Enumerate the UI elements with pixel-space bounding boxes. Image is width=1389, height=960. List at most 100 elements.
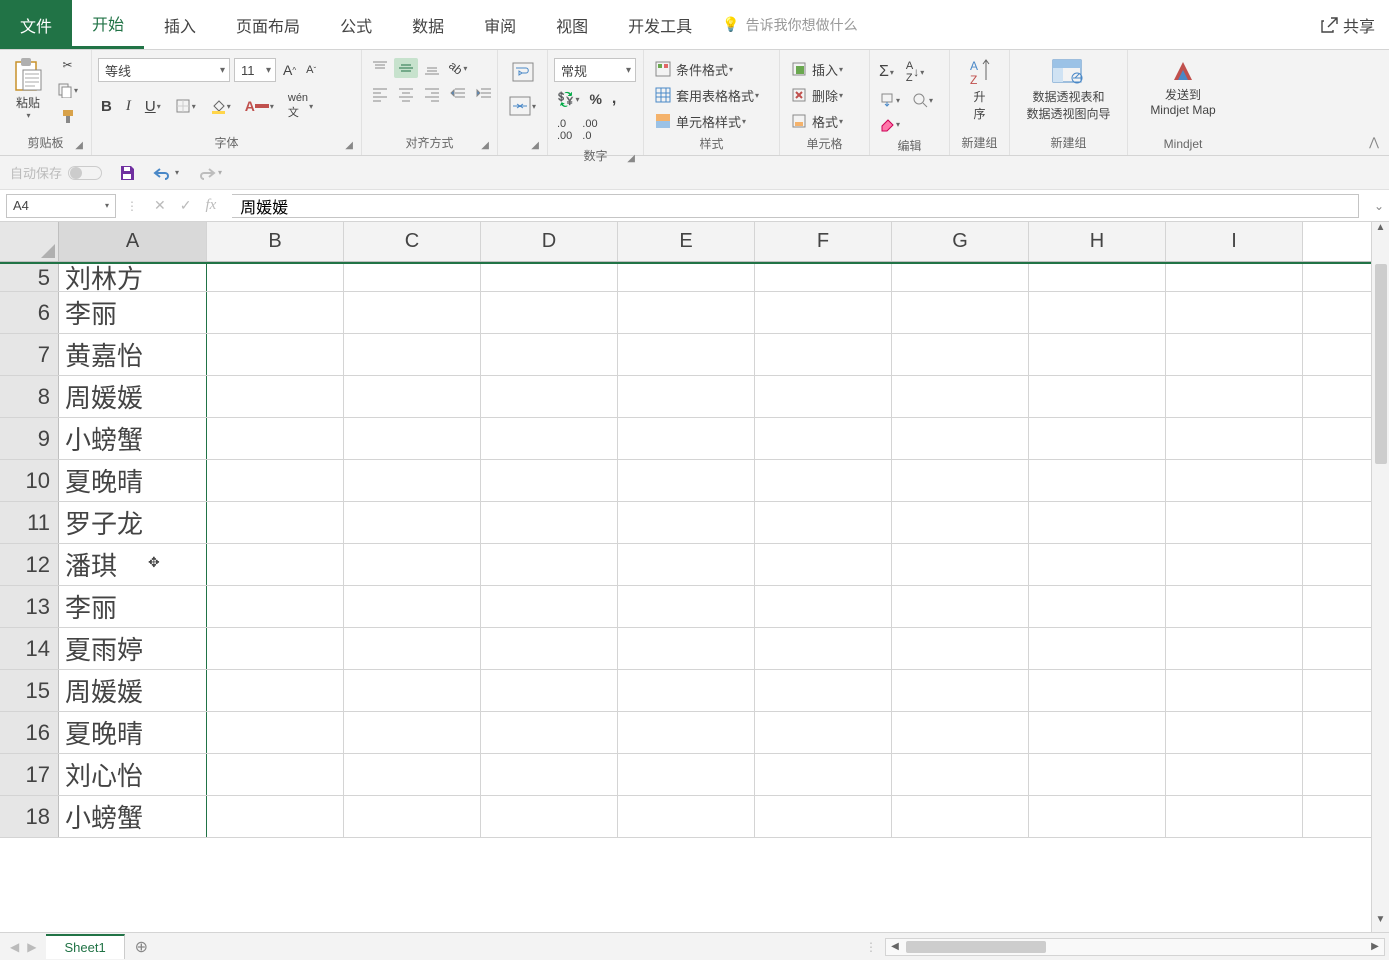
cell[interactable] [618,502,755,543]
cell[interactable] [618,544,755,585]
cell[interactable] [755,670,892,711]
cell[interactable] [207,460,344,501]
cell[interactable] [344,586,481,627]
cell[interactable] [1029,418,1166,459]
cell[interactable] [1166,544,1303,585]
cell[interactable] [1166,712,1303,753]
tab-data[interactable]: 数据 [392,0,464,49]
tab-formulas[interactable]: 公式 [320,0,392,49]
cell[interactable] [618,754,755,795]
cell[interactable]: 李丽 [59,586,207,627]
cell[interactable] [1166,418,1303,459]
cell[interactable] [618,796,755,837]
cell[interactable]: 周媛媛 [59,376,207,417]
cell[interactable] [207,796,344,837]
cell[interactable] [207,544,344,585]
add-sheet-button[interactable]: ⊕ [125,937,158,957]
cell[interactable] [344,292,481,333]
find-select-button[interactable]: ▾ [909,90,936,110]
cell[interactable] [892,754,1029,795]
cell[interactable]: 周媛媛 [59,670,207,711]
cell[interactable] [344,460,481,501]
cell[interactable] [207,264,344,291]
col-header-i[interactable]: I [1166,222,1303,261]
cell[interactable] [892,628,1029,669]
tell-me-search[interactable]: 💡 告诉我你想做什么 [712,0,867,49]
conditional-formatting-button[interactable]: 条件格式▾ [650,58,737,80]
sort-asc-button[interactable]: AZ 升序 [960,54,1000,124]
row-header[interactable]: 14 [0,628,59,669]
cell[interactable] [481,502,618,543]
cell[interactable] [892,670,1029,711]
cell[interactable] [344,418,481,459]
cell[interactable]: 小螃蟹 [59,796,207,837]
cell[interactable] [344,712,481,753]
format-cells-button[interactable]: 格式▾ [786,110,847,132]
format-as-table-button[interactable]: 套用表格格式▾ [650,84,763,106]
row-header[interactable]: 10 [0,460,59,501]
cell[interactable] [618,264,755,291]
cell[interactable] [755,334,892,375]
tab-review[interactable]: 审阅 [464,0,536,49]
cell[interactable]: 夏雨婷 [59,628,207,669]
row-header[interactable]: 5 [0,264,59,291]
decrease-indent-button[interactable] [446,84,470,104]
cell[interactable] [344,502,481,543]
row-header[interactable]: 16 [0,712,59,753]
cell[interactable] [1029,712,1166,753]
cell[interactable] [755,418,892,459]
cell[interactable] [618,376,755,417]
scroll-right-button[interactable]: ▶ [1366,941,1384,952]
cell[interactable]: 小螃蟹 [59,418,207,459]
scrollbar-thumb[interactable] [906,941,1046,953]
cell[interactable] [892,334,1029,375]
increase-font-button[interactable]: A^ [280,60,299,80]
cell[interactable] [344,754,481,795]
cell[interactable]: 黄嘉怡 [59,334,207,375]
cell[interactable] [1166,376,1303,417]
cell[interactable] [755,264,892,291]
cell[interactable] [1029,754,1166,795]
prev-sheet-button[interactable]: ◀ [10,940,19,954]
cell[interactable]: 潘琪 [59,544,207,585]
redo-button[interactable]: ▾ [195,165,222,181]
dialog-launcher-icon[interactable]: ◢ [345,140,353,151]
italic-button[interactable]: I [123,96,134,117]
tab-developer[interactable]: 开发工具 [608,0,712,49]
cell[interactable] [344,376,481,417]
percent-button[interactable]: % [586,88,604,110]
cell[interactable] [1029,334,1166,375]
col-header-a[interactable]: A [59,222,207,261]
cell[interactable] [1029,502,1166,543]
delete-cells-button[interactable]: 删除▾ [786,84,847,106]
col-header-g[interactable]: G [892,222,1029,261]
cell[interactable] [1166,628,1303,669]
cell[interactable] [892,586,1029,627]
cell[interactable] [481,712,618,753]
cell[interactable] [755,796,892,837]
increase-indent-button[interactable] [472,84,496,104]
enter-formula-button[interactable]: ✓ [180,197,192,214]
cell[interactable] [755,292,892,333]
insert-function-button[interactable]: fx [205,197,216,214]
align-left-button[interactable] [368,84,392,104]
formula-input[interactable] [232,194,1359,218]
dialog-launcher-icon[interactable]: ◢ [531,140,539,151]
cell[interactable] [207,418,344,459]
fill-color-button[interactable]: ▾ [207,96,234,116]
col-header-f[interactable]: F [755,222,892,261]
cut-button[interactable]: ✂ [54,56,81,74]
cell[interactable] [207,292,344,333]
cell[interactable]: 夏晚晴 [59,712,207,753]
sort-filter-button[interactable]: AZ↓▾ [903,58,927,86]
paste-button[interactable]: 粘贴 ▾ [6,54,50,122]
cell[interactable] [344,796,481,837]
cell[interactable] [1166,586,1303,627]
cell[interactable] [1166,292,1303,333]
row-header[interactable]: 12 [0,544,59,585]
autosave-toggle[interactable]: 自动保存 [10,163,102,182]
mindjet-send-button[interactable]: 发送到Mindjet Map [1144,54,1221,119]
save-button[interactable] [118,164,136,182]
cell[interactable] [1029,460,1166,501]
cell[interactable] [207,376,344,417]
